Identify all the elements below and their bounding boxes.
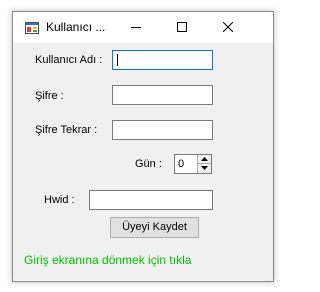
minimize-icon — [131, 27, 141, 28]
chevron-up-icon — [201, 157, 208, 161]
password-input[interactable] — [112, 85, 213, 105]
maximize-button[interactable] — [159, 12, 205, 43]
maximize-icon — [177, 22, 187, 32]
hwid-input[interactable] — [89, 190, 213, 210]
window-title: Kullanıcı ... — [46, 20, 106, 34]
close-icon — [223, 22, 233, 32]
hwid-label: Hwid : — [44, 194, 75, 206]
password-repeat-label: Şifre Tekrar : — [35, 124, 98, 136]
minimize-button[interactable] — [113, 12, 159, 43]
day-value[interactable]: 0 — [178, 158, 184, 170]
registration-window: Kullanıcı ... Kullanıcı Adı : Şifre : Şi… — [12, 11, 274, 282]
password-repeat-input[interactable] — [112, 120, 213, 140]
password-label: Şifre : — [35, 90, 64, 102]
spin-down-button[interactable] — [197, 164, 211, 173]
username-input[interactable] — [112, 50, 213, 70]
username-label: Kullanıcı Adı : — [35, 54, 103, 66]
day-numeric-stepper[interactable]: 0 — [174, 154, 212, 174]
day-label: Gün : — [135, 158, 162, 170]
chevron-down-icon — [201, 166, 208, 170]
title-bar[interactable]: Kullanıcı ... — [13, 12, 273, 43]
register-user-button[interactable]: Üyeyi Kaydet — [110, 217, 199, 238]
text-caret — [117, 54, 118, 66]
back-to-login-link[interactable]: Giriş ekranına dönmek için tıkla — [24, 253, 191, 267]
spin-up-button[interactable] — [197, 155, 211, 164]
close-button[interactable] — [205, 12, 251, 43]
app-window-icon — [25, 21, 39, 34]
